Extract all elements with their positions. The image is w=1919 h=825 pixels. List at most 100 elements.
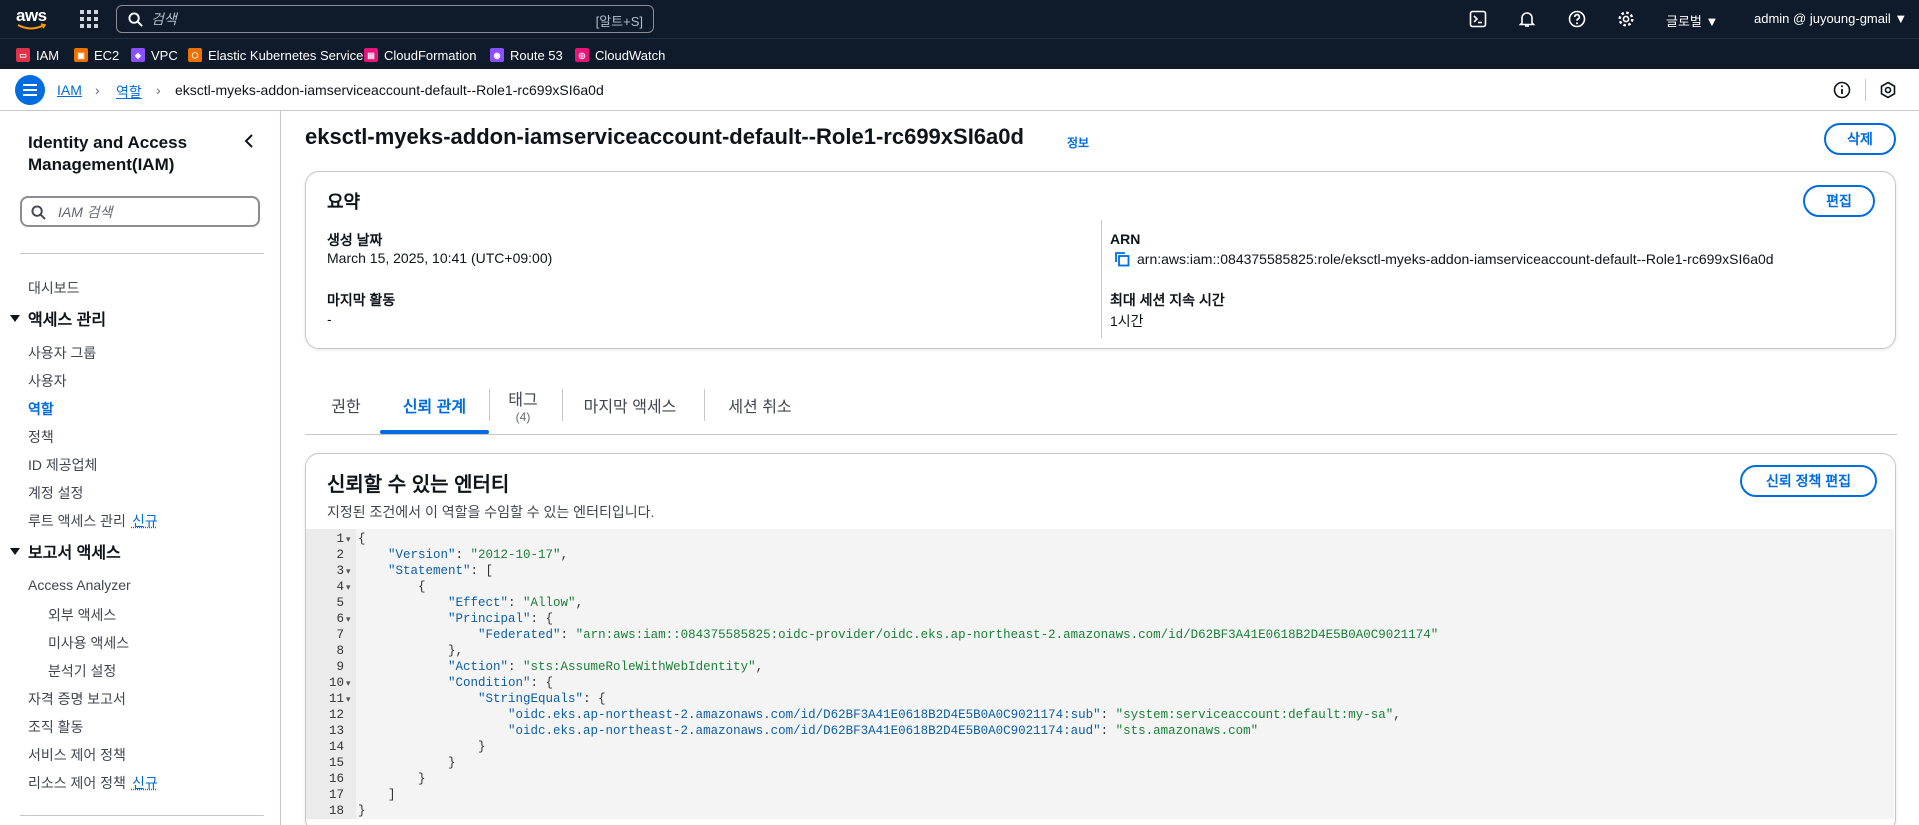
help-icon[interactable] bbox=[1568, 10, 1586, 28]
created-date-label: 생성 날짜 bbox=[327, 230, 382, 250]
breadcrumb-roles[interactable]: 역할 bbox=[116, 82, 142, 102]
trust-policy-code-view[interactable]: 1 ▾{2 "Version": "2012-10-17", 3 ▾ "Stateme… bbox=[306, 529, 1894, 819]
code-line: { bbox=[358, 580, 426, 594]
search-icon bbox=[31, 205, 46, 220]
last-activity-label: 마지막 활동 bbox=[327, 290, 395, 310]
favorite-vpc[interactable]: ◈ VPC bbox=[131, 47, 178, 63]
breadcrumb-iam[interactable]: IAM bbox=[57, 82, 82, 98]
line-number: 13 bbox=[306, 724, 344, 738]
sidebar-item-access-analyzer[interactable]: Access Analyzer bbox=[28, 577, 131, 593]
fold-toggle-icon[interactable]: ▾ bbox=[346, 615, 351, 625]
code-line: "Condition": { bbox=[358, 676, 553, 690]
last-activity-value: - bbox=[327, 311, 332, 327]
role-tabs: 권한 신뢰 관계 태그 (4) 마지막 액세스 세션 취소 bbox=[305, 375, 1897, 435]
copy-icon[interactable] bbox=[1114, 251, 1130, 267]
settings-gear-icon[interactable] bbox=[1617, 10, 1635, 28]
fold-toggle-icon[interactable]: ▾ bbox=[346, 695, 351, 705]
fold-toggle-icon[interactable]: ▾ bbox=[346, 535, 351, 545]
sidebar-item-user-groups[interactable]: 사용자 그룹 bbox=[28, 343, 96, 363]
sidebar-item-external-access[interactable]: 외부 액세스 bbox=[48, 605, 116, 625]
sidebar-item-policies[interactable]: 정책 bbox=[28, 427, 54, 447]
fold-toggle-icon[interactable]: ▾ bbox=[346, 583, 351, 593]
tab-trust-relationships[interactable]: 신뢰 관계 bbox=[380, 375, 489, 434]
search-shortcut-hint: [알트+S] bbox=[596, 11, 643, 30]
aws-logo[interactable]: aws bbox=[16, 6, 50, 32]
info-link[interactable]: 정보 bbox=[1067, 134, 1089, 151]
services-grid-icon[interactable] bbox=[80, 10, 98, 28]
tab-permissions[interactable]: 권한 bbox=[315, 375, 377, 434]
collapse-sidebar-icon[interactable] bbox=[242, 133, 256, 149]
code-line: "oidc.eks.ap-northeast-2.amazonaws.com/i… bbox=[358, 708, 1401, 722]
max-session-label: 최대 세션 지속 시간 bbox=[1110, 290, 1225, 310]
account-menu[interactable]: admin @ juyoung-gmail ▼ bbox=[1754, 11, 1907, 26]
breadcrumb-divider bbox=[1865, 79, 1866, 101]
line-number: 1 bbox=[306, 532, 344, 546]
active-tab-indicator bbox=[380, 430, 489, 434]
created-date-value: March 15, 2025, 10:41 (UTC+09:00) bbox=[327, 250, 552, 266]
fold-toggle-icon[interactable]: ▾ bbox=[346, 567, 351, 577]
favorite-cloudwatch[interactable]: ◎ CloudWatch bbox=[575, 47, 665, 63]
cloudwatch-service-icon: ◎ bbox=[575, 48, 589, 62]
delete-button[interactable]: 삭제 bbox=[1824, 123, 1896, 155]
arn-value: arn:aws:iam::084375585825:role/eksctl-my… bbox=[1137, 251, 1774, 267]
code-line: { bbox=[358, 532, 366, 546]
info-icon[interactable] bbox=[1833, 81, 1851, 99]
line-number: 14 bbox=[306, 740, 344, 754]
sidebar-section-access-management[interactable]: 액세스 관리 bbox=[10, 306, 106, 330]
favorite-iam[interactable]: ▭ IAM bbox=[16, 47, 59, 63]
sidebar-item-identity-providers[interactable]: ID 제공업체 bbox=[28, 455, 97, 475]
sidebar-search-input[interactable] bbox=[58, 202, 248, 222]
cloudshell-icon[interactable] bbox=[1469, 10, 1487, 28]
favorites-bar: ▭ IAM ▣ EC2 ◈ VPC ⬡ Elastic Kubernetes Servi… bbox=[0, 38, 1919, 69]
code-line: "Version": "2012-10-17", bbox=[358, 548, 568, 562]
code-line: } bbox=[358, 804, 366, 818]
sidebar-item-dashboard[interactable]: 대시보드 bbox=[28, 278, 80, 298]
sidebar-item-service-control-policies[interactable]: 서비스 제어 정책 bbox=[28, 745, 126, 765]
sidebar-item-organization-activity[interactable]: 조직 활동 bbox=[28, 717, 83, 737]
tools-panel-icon[interactable] bbox=[1879, 81, 1897, 99]
region-selector[interactable]: 글로벌 ▼ bbox=[1666, 11, 1718, 30]
tab-revoke-sessions[interactable]: 세션 취소 bbox=[705, 375, 815, 434]
global-search[interactable]: [알트+S] bbox=[116, 5, 654, 33]
favorite-ec2[interactable]: ▣ EC2 bbox=[74, 47, 119, 63]
notification-bell-icon[interactable] bbox=[1518, 10, 1536, 28]
global-search-input[interactable] bbox=[151, 9, 551, 29]
chevron-right-icon: › bbox=[95, 82, 100, 98]
sidebar-search[interactable] bbox=[20, 196, 260, 227]
sidebar-title: Identity and Access Management(IAM) bbox=[28, 132, 238, 176]
favorite-eks[interactable]: ⬡ Elastic Kubernetes Service bbox=[188, 47, 363, 63]
sidebar-item-analyzer-settings[interactable]: 분석기 설정 bbox=[48, 661, 116, 681]
new-badge: 신규 bbox=[132, 775, 158, 791]
chevron-right-icon: › bbox=[156, 82, 161, 98]
tab-tags[interactable]: 태그 (4) bbox=[490, 375, 556, 434]
sidebar-item-root-access-management[interactable]: 루트 액세스 관리 신규 bbox=[28, 511, 158, 531]
sidebar-item-account-settings[interactable]: 계정 설정 bbox=[28, 483, 83, 503]
sidebar-item-unused-access[interactable]: 미사용 액세스 bbox=[48, 633, 129, 653]
tags-count: (4) bbox=[516, 410, 531, 424]
favorite-route53[interactable]: ◉ Route 53 bbox=[490, 47, 563, 63]
line-number: 4 bbox=[306, 580, 344, 594]
code-line: "oidc.eks.ap-northeast-2.amazonaws.com/i… bbox=[358, 724, 1258, 738]
trusted-entities-header: 신뢰할 수 있는 엔터티 bbox=[327, 468, 509, 497]
sidebar-section-report-access[interactable]: 보고서 액세스 bbox=[10, 539, 121, 563]
line-number: 18 bbox=[306, 804, 344, 818]
sidebar-item-roles[interactable]: 역할 bbox=[28, 399, 54, 419]
sidebar-item-resource-control-policies[interactable]: 리소스 제어 정책 신규 bbox=[28, 773, 158, 793]
iam-service-icon: ▭ bbox=[16, 48, 30, 62]
caret-down-icon bbox=[10, 315, 20, 322]
favorite-cloudformation[interactable]: ▤ CloudFormation bbox=[364, 47, 477, 63]
line-number: 16 bbox=[306, 772, 344, 786]
edit-trust-policy-button[interactable]: 신뢰 정책 편집 bbox=[1740, 465, 1877, 497]
edit-summary-button[interactable]: 편집 bbox=[1803, 185, 1875, 217]
side-navigation-menu-icon[interactable] bbox=[15, 75, 45, 105]
new-badge: 신규 bbox=[132, 513, 158, 529]
fold-toggle-icon[interactable]: ▾ bbox=[346, 679, 351, 689]
route53-service-icon: ◉ bbox=[490, 48, 504, 62]
summary-column-divider bbox=[1101, 220, 1102, 338]
code-line: "Federated": "arn:aws:iam::084375585825:… bbox=[358, 628, 1438, 642]
line-number: 12 bbox=[306, 708, 344, 722]
sidebar-item-credential-report[interactable]: 자격 증명 보고서 bbox=[28, 689, 126, 709]
sidebar-item-users[interactable]: 사용자 bbox=[28, 371, 67, 391]
line-number: 5 bbox=[306, 596, 344, 610]
tab-last-accessed[interactable]: 마지막 액세스 bbox=[563, 375, 697, 434]
